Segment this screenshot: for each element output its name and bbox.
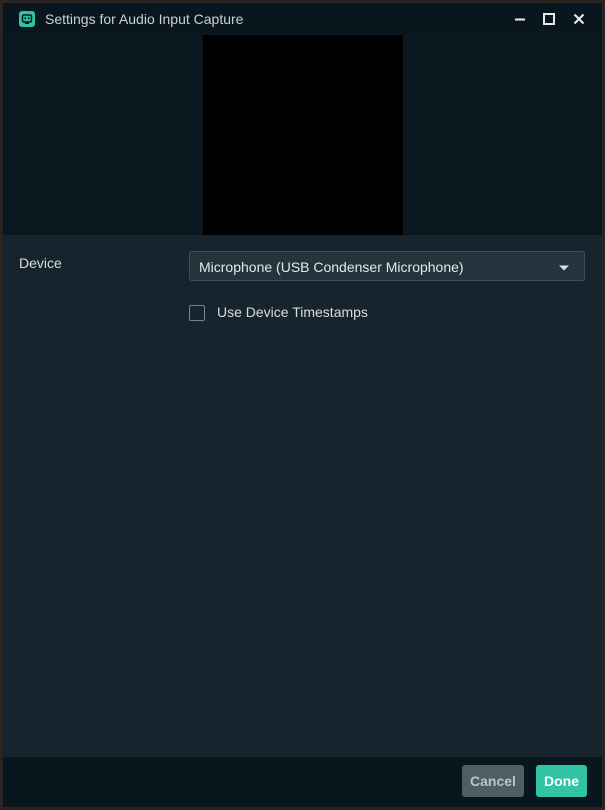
cancel-button[interactable]: Cancel [462,765,524,797]
device-label: Device [19,255,62,271]
settings-dialog: Settings for Audio Input Capture Device … [3,3,602,807]
streamlabs-robot-icon [19,11,35,27]
properties-panel: Device Microphone (USB Condenser Microph… [3,235,602,757]
use-device-timestamps-checkbox[interactable] [189,305,205,321]
device-select[interactable]: Microphone (USB Condenser Microphone) [189,251,585,281]
minimize-icon [515,18,525,21]
minimize-button[interactable] [510,9,530,29]
device-select-value: Microphone (USB Condenser Microphone) [199,259,464,275]
maximize-button[interactable] [539,9,559,29]
dialog-footer: Cancel Done [3,757,602,807]
close-icon [573,13,585,25]
done-button[interactable]: Done [536,765,587,797]
maximize-icon [543,13,555,25]
chevron-down-icon [559,265,569,271]
preview-canvas [203,35,403,235]
use-device-timestamps-label: Use Device Timestamps [217,304,368,320]
close-button[interactable] [569,9,589,29]
title-bar[interactable]: Settings for Audio Input Capture [3,3,602,35]
window-title: Settings for Audio Input Capture [45,11,244,27]
source-preview [3,35,602,235]
